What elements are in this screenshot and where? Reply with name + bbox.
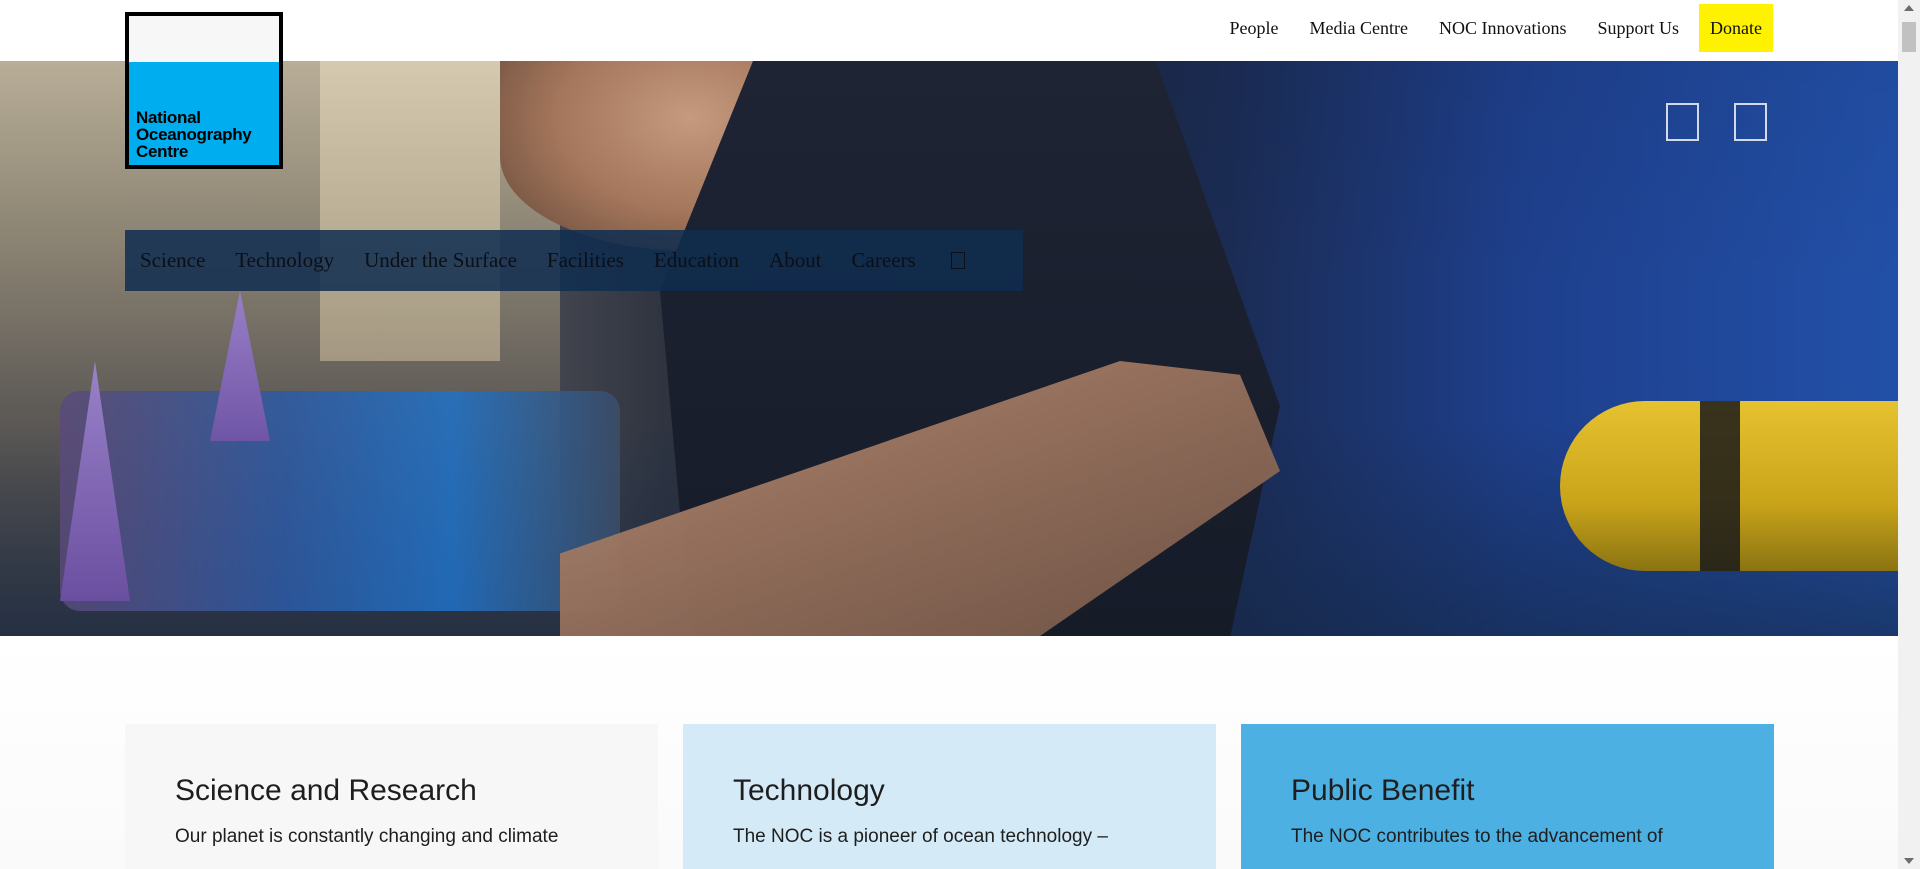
card-public-benefit[interactable]: Public Benefit The NOC contributes to th…	[1241, 724, 1774, 869]
top-link-noc-innovations[interactable]: NOC Innovations	[1439, 18, 1567, 39]
card-title: Public Benefit	[1291, 774, 1475, 807]
card-title: Science and Research	[175, 774, 477, 807]
top-link-media-centre[interactable]: Media Centre	[1310, 18, 1408, 39]
card-technology[interactable]: Technology The NOC is a pioneer of ocean…	[683, 724, 1216, 869]
scroll-down-icon[interactable]	[1904, 858, 1914, 864]
search-icon[interactable]	[950, 252, 965, 269]
nav-science[interactable]: Science	[140, 248, 205, 273]
top-link-people[interactable]: People	[1230, 18, 1279, 39]
card-science-research[interactable]: Science and Research Our planet is const…	[125, 724, 658, 869]
card-text: The NOC is a pioneer of ocean technology…	[733, 826, 1108, 847]
scroll-thumb[interactable]	[1902, 22, 1916, 52]
top-bar: People Media Centre NOC Innovations Supp…	[0, 0, 1898, 61]
card-text: Our planet is constantly changing and cl…	[175, 826, 559, 847]
utility-nav: People Media Centre NOC Innovations Supp…	[1199, 4, 1773, 52]
noc-logo[interactable]: National Oceanography Centre	[125, 12, 283, 169]
logo-top-band	[129, 16, 279, 62]
card-title: Technology	[733, 774, 885, 807]
top-link-support-us[interactable]: Support Us	[1598, 18, 1680, 39]
nav-education[interactable]: Education	[654, 248, 739, 273]
scroll-up-icon[interactable]	[1904, 5, 1914, 11]
card-text: The NOC contributes to the advancement o…	[1291, 826, 1663, 847]
nav-under-the-surface[interactable]: Under the Surface	[364, 248, 517, 273]
nav-facilities[interactable]: Facilities	[547, 248, 624, 273]
nav-about[interactable]: About	[769, 248, 822, 273]
donate-button[interactable]: Donate	[1699, 4, 1773, 52]
mute-icon[interactable]	[1734, 103, 1767, 141]
main-nav: Science Technology Under the Surface Fac…	[125, 230, 1023, 291]
pause-icon[interactable]	[1666, 103, 1699, 141]
hero-video	[0, 61, 1898, 636]
nav-technology[interactable]: Technology	[235, 248, 334, 273]
nav-careers[interactable]: Careers	[852, 248, 916, 273]
logo-text: National Oceanography Centre	[136, 108, 252, 161]
page-scrollbar[interactable]	[1898, 0, 1920, 869]
